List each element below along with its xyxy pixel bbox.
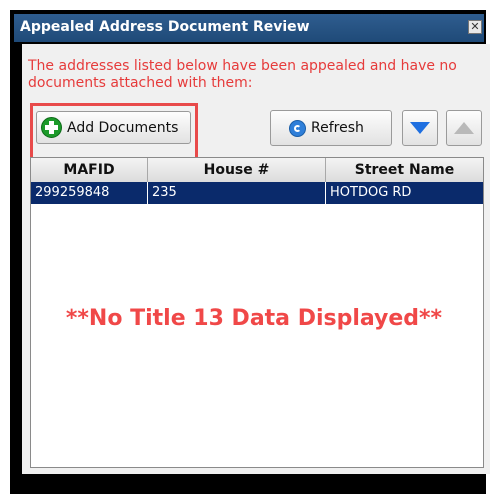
table-row[interactable]: 299259848 235 HOTDOG RD (31, 182, 483, 204)
refresh-icon (289, 120, 306, 137)
no-data-notice: **No Title 13 Data Displayed** (65, 306, 443, 331)
add-documents-label: Add Documents (67, 120, 179, 136)
refresh-label: Refresh (311, 120, 364, 136)
add-plus-icon (41, 117, 62, 138)
table-header: MAFID House # Street Name (31, 158, 483, 183)
move-up-button[interactable] (446, 110, 482, 146)
cell-street-name: HOTDOG RD (330, 185, 412, 200)
instruction-message: The addresses listed below have been app… (28, 58, 457, 91)
title-bar: Appealed Address Document Review ✕ (14, 14, 484, 42)
refresh-button[interactable]: Refresh (270, 110, 392, 146)
column-header-street-name[interactable]: Street Name (326, 158, 483, 182)
column-header-house-number[interactable]: House # (148, 158, 326, 182)
move-down-button[interactable] (402, 110, 438, 146)
chevron-up-icon (454, 122, 474, 134)
window-title: Appealed Address Document Review (20, 19, 310, 35)
cell-mafid: 299259848 (31, 182, 148, 204)
column-header-mafid[interactable]: MAFID (31, 158, 148, 182)
cell-house-number: 235 (148, 182, 326, 204)
add-documents-button[interactable]: Add Documents (36, 111, 191, 144)
close-icon[interactable]: ✕ (468, 20, 482, 34)
chevron-down-icon (410, 122, 430, 134)
